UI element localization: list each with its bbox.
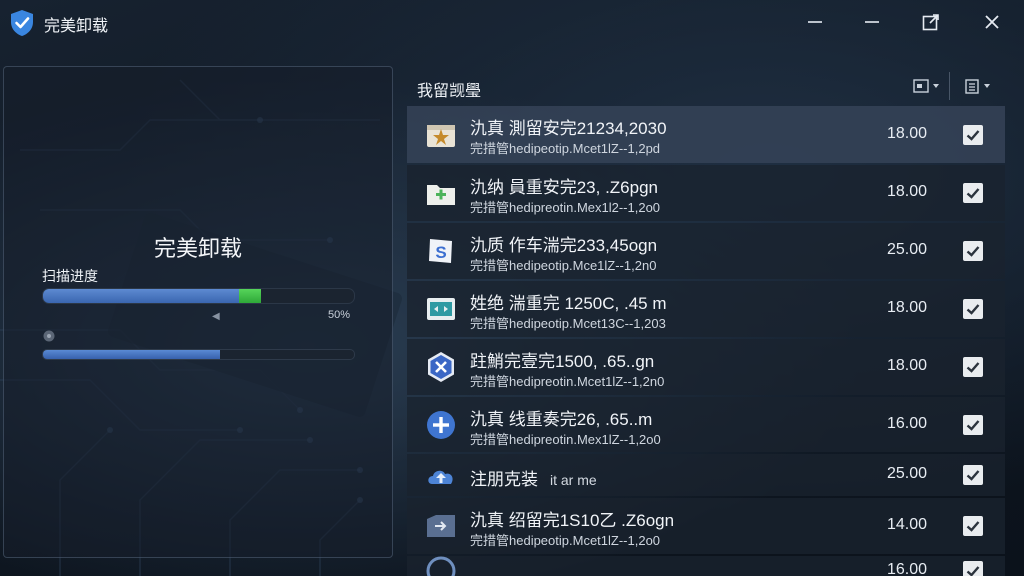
window-icon [913,79,929,93]
item-size: 16.00 [886,414,927,432]
item-size: 25.00 [886,465,927,482]
list-item[interactable]: S 氿质 作车湍完233,45ogn 完措管hedipeotip.Mce1lZ--1… [407,223,1005,279]
item-name: 氿纳 員重安完23, .Z6pgn [470,178,659,197]
app-title: 完美卸载 [44,18,109,35]
star-package-icon [424,118,458,152]
item-name: 氿真 绍留完1S10乙 .Z6ogn [470,511,675,530]
item-size: 18.00 [886,299,927,316]
partial-circle-icon [424,554,458,576]
item-checkbox[interactable] [963,357,983,377]
list-item[interactable]: 注朋克装 it ar me 25.00 [407,454,1005,496]
item-path: 完措管hedipeotip.Mcet1lZ--1,2o0 [470,533,661,548]
shield-check-icon [9,9,35,37]
checkmark-icon [966,419,980,431]
item-size: 18.00 [886,183,927,200]
x-hexagon-icon [424,350,458,384]
item-size: 18.00 [886,357,927,374]
item-path: 完措管hedipreotin.Mex1l2--1,2o0 [470,200,661,215]
scan-progress-fill [43,289,261,303]
close-icon [985,15,999,29]
list-item[interactable]: 氿真 測留安完21234,2030 完措管hedipeotip.Mcet1lZ--… [407,106,1005,163]
item-extra-text: it ar me [550,472,597,488]
green-plus-folder-icon [424,176,458,210]
header-divider [949,72,950,100]
list-item[interactable]: 16.00 [407,556,1005,576]
list-item[interactable]: 姓绝 湍重完 1250C, .45 m 完措管hedipeotip.Mcet13C… [407,281,1005,337]
minimize-icon [808,21,822,23]
checkmark-icon [966,304,980,315]
minimize-button[interactable] [800,8,830,36]
item-path: 完措管hedipeotip.Mce1lZ--1,2n0 [470,258,657,273]
results-title: 我留觊璺 [417,83,482,100]
speaker-icon: ◀ [212,311,220,322]
chevron-down-icon [933,84,939,88]
checkmark-icon [966,470,980,481]
item-checkbox[interactable] [963,124,983,145]
external-window-icon [922,14,939,31]
item-checkbox[interactable] [963,561,983,576]
results-header: 我留觊璺 [407,66,1005,106]
item-path: 完措管hedipeotip.Mcet13C--1,203 [470,316,666,331]
checkmark-icon [966,566,980,576]
results-panel: 我留觊璺 氿真 測留安完21234,2030 完措管hedipeotip.Mcet… [407,66,1005,576]
chevron-down-icon [984,84,990,88]
item-name: 姓绝 湍重完 1250C, .45 m [470,294,667,313]
scan-panel: 完美卸载 扫描进度 ◀ 50% [3,66,393,558]
item-checkbox[interactable] [963,465,983,485]
close-button[interactable] [977,8,1007,36]
list-item[interactable]: 氿纳 員重安完23, .Z6pgn 完措管hedipreotin.Mex1l2--… [407,165,1005,221]
item-name: 跓鮹完壹完1500, .65..gn [470,352,655,371]
cloud-upload-icon [424,458,458,492]
restore-button[interactable] [857,8,887,36]
item-name: 注朋克装 it ar me [470,470,597,489]
title-bar: 完美卸载 [0,0,1024,44]
item-path: 完措管hedipreotin.Mcet1lZ--1,2n0 [470,374,665,389]
item-checkbox[interactable] [963,241,983,261]
list-item[interactable]: 跓鮹完壹完1500, .65..gn 完措管hedipreotin.Mcet1lZ… [407,339,1005,395]
item-size: 14.00 [886,516,927,533]
popout-button[interactable] [916,8,946,36]
scan-progress-indicator [238,289,261,303]
checkmark-icon [966,521,980,532]
teal-arrows-icon [424,292,458,326]
checkmark-icon [966,188,980,199]
list-options-button[interactable] [963,75,991,97]
progress-percent: 50% [328,309,351,321]
view-dropdown-button[interactable] [912,75,940,97]
item-checkbox[interactable] [963,299,983,319]
s-logo-icon: S [424,234,458,268]
item-size: 16.00 [886,561,927,576]
item-name: 氿真 測留安完21234,2030 [470,119,667,138]
checkmark-icon [966,362,980,373]
scan-progress-bar [42,288,355,304]
checkmark-icon [966,129,980,141]
list-item[interactable]: 氿真 绍留完1S10乙 .Z6ogn 完措管hedipeotip.Mcet1lZ-… [407,498,1005,554]
status-dot-icon [42,329,56,343]
dash-icon [865,21,879,23]
secondary-progress-fill [43,350,221,359]
item-size: 25.00 [886,241,927,258]
clipboard-list-icon [965,79,979,94]
item-name: 氿真 线重奏完26, .65..m [470,410,653,429]
secondary-progress-bar [42,349,355,360]
list-item[interactable]: 氿真 线重奏完26, .65..m 完措管hedipreotin.Mex1lZ--… [407,397,1005,452]
item-path: 完措管hedipreotin.Mex1lZ--1,2o0 [470,432,661,447]
blue-plus-circle-icon [424,408,458,442]
item-checkbox[interactable] [963,516,983,536]
item-checkbox[interactable] [963,414,983,435]
checkmark-icon [966,246,980,257]
progress-label: 扫描进度 [42,268,98,284]
arrow-box-icon [424,509,458,543]
item-checkbox[interactable] [963,183,983,203]
svg-text:S: S [435,243,446,262]
item-path: 完措管hedipeotip.Mcet1lZ--1,2pd [470,141,661,156]
results-list: 氿真 測留安完21234,2030 完措管hedipeotip.Mcet1lZ--… [407,106,1005,576]
item-name: 氿质 作车湍完233,45ogn [470,236,658,255]
scan-panel-title: 完美卸载 [153,236,242,261]
item-size: 18.00 [886,124,927,142]
